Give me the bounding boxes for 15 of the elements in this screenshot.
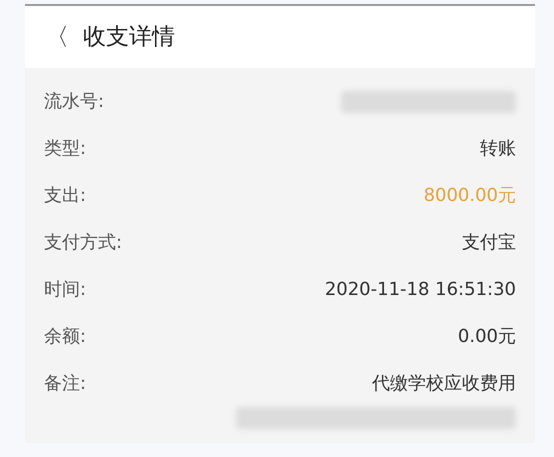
field-label: 支出: (44, 184, 86, 208)
page-title: 收支详情 (83, 22, 175, 52)
field-value: 支付宝 (462, 231, 516, 255)
field-value: 2020-11-18 16:51:30 (324, 278, 516, 302)
field-label: 时间: (44, 278, 86, 302)
field-label: 流水号: (44, 90, 104, 114)
field-label: 备注: (44, 372, 86, 396)
field-label: 余额: (44, 325, 86, 349)
field-label: 类型: (44, 137, 86, 161)
field-label: 支付方式: (44, 231, 122, 255)
field-value: 0.00元 (458, 325, 516, 349)
field-value: 8000.00元 (424, 184, 516, 208)
field-value: 转账 (480, 137, 516, 161)
field-value: 代缴学校应收费用 (372, 372, 516, 396)
back-button[interactable]: 〈 (45, 25, 69, 49)
